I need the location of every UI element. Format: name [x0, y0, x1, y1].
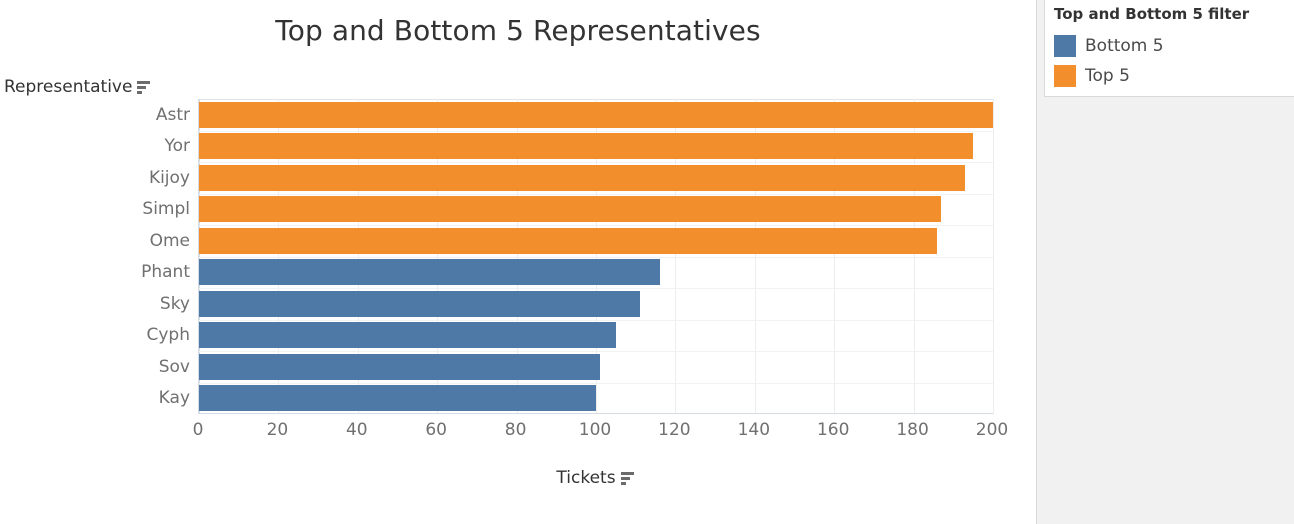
- y-axis-tick-label[interactable]: Sov: [0, 357, 190, 377]
- x-axis-tick-labels: 0 20 40 60 80 100 120 140 160 180 200: [193, 420, 1009, 444]
- x-axis-tick-label: 200: [975, 420, 1009, 440]
- gridline: [993, 99, 994, 414]
- bar[interactable]: [199, 164, 966, 191]
- row-separator: [199, 257, 993, 258]
- y-axis-tick-label[interactable]: Kay: [0, 388, 190, 408]
- y-axis-tick-labels: Astr Yor Kijoy Simpl Ome Phant Sky Cyph Sov Kay: [0, 99, 190, 414]
- legend-color-swatch[interactable]: [1054, 35, 1076, 57]
- y-axis-field-caption[interactable]: Representative: [4, 76, 151, 98]
- plot-area: [198, 99, 994, 414]
- y-axis-tick-label[interactable]: Phant: [0, 262, 190, 282]
- legend-card: Top and Bottom 5 filter Bottom 5 Top 5: [1044, 0, 1294, 97]
- x-axis-caption-label: Tickets: [556, 468, 616, 488]
- bar[interactable]: [199, 290, 640, 317]
- legend-item-label: Top 5: [1085, 66, 1130, 86]
- legend-color-swatch[interactable]: [1054, 65, 1076, 87]
- row-separator: [199, 351, 993, 352]
- legend-title: Top and Bottom 5 filter: [1054, 5, 1250, 23]
- row-separator: [199, 383, 993, 384]
- legend-item[interactable]: Top 5: [1054, 61, 1289, 91]
- legend-panel: Top and Bottom 5 filter Bottom 5 Top 5: [1036, 0, 1294, 524]
- sort-descending-icon[interactable]: [137, 80, 151, 94]
- row-separator: [199, 162, 993, 163]
- bar[interactable]: [199, 196, 942, 223]
- page-title: Top and Bottom 5 Representatives: [275, 14, 761, 47]
- row-separator: [199, 288, 993, 289]
- bar[interactable]: [199, 259, 660, 286]
- x-axis-tick-label: 40: [345, 420, 368, 440]
- y-axis-caption-label: Representative: [4, 77, 133, 97]
- x-axis-tick-label: 80: [504, 420, 527, 440]
- x-axis-tick-label: 120: [658, 420, 691, 440]
- sort-descending-icon[interactable]: [620, 471, 634, 485]
- plot-wrapper: [198, 99, 994, 414]
- bar[interactable]: [199, 322, 616, 349]
- bar[interactable]: [199, 227, 938, 254]
- x-axis-tick-label: 160: [816, 420, 850, 440]
- y-axis-tick-label[interactable]: Cyph: [0, 325, 191, 345]
- row-separator: [199, 320, 993, 321]
- y-axis-tick-label[interactable]: Yor: [0, 136, 190, 156]
- y-axis-tick-label[interactable]: Ome: [0, 231, 190, 251]
- legend-item-label: Bottom 5: [1085, 36, 1164, 56]
- bar[interactable]: [199, 385, 596, 412]
- row-separator: [199, 131, 993, 132]
- dashboard: Top and Bottom 5 Representatives Represe…: [0, 0, 1294, 524]
- x-axis-tick-label: 100: [578, 420, 612, 440]
- bar-chart-worksheet: Top and Bottom 5 Representatives Represe…: [0, 0, 1036, 524]
- x-axis-tick-label: 180: [896, 420, 929, 440]
- row-separator: [199, 225, 993, 226]
- x-axis-tick-label: 0: [192, 420, 204, 440]
- y-axis-tick-label[interactable]: Simpl: [0, 199, 190, 219]
- x-axis-field-caption[interactable]: Tickets: [198, 468, 992, 488]
- legend-items: Bottom 5 Top 5: [1054, 31, 1289, 91]
- row-separator: [199, 194, 993, 195]
- legend-item[interactable]: Bottom 5: [1054, 31, 1289, 61]
- x-axis-tick-label: 20: [266, 420, 289, 440]
- y-axis-tick-label[interactable]: Sky: [0, 294, 190, 314]
- y-axis-tick-label[interactable]: Kijoy: [0, 168, 190, 188]
- bar[interactable]: [199, 101, 993, 128]
- x-axis-tick-label: 140: [737, 420, 771, 440]
- x-axis-tick-label: 60: [425, 420, 448, 440]
- plot-bottom-border: [199, 413, 993, 414]
- bar[interactable]: [199, 353, 600, 380]
- y-axis-tick-label[interactable]: Astr: [0, 105, 190, 125]
- bar[interactable]: [199, 133, 974, 160]
